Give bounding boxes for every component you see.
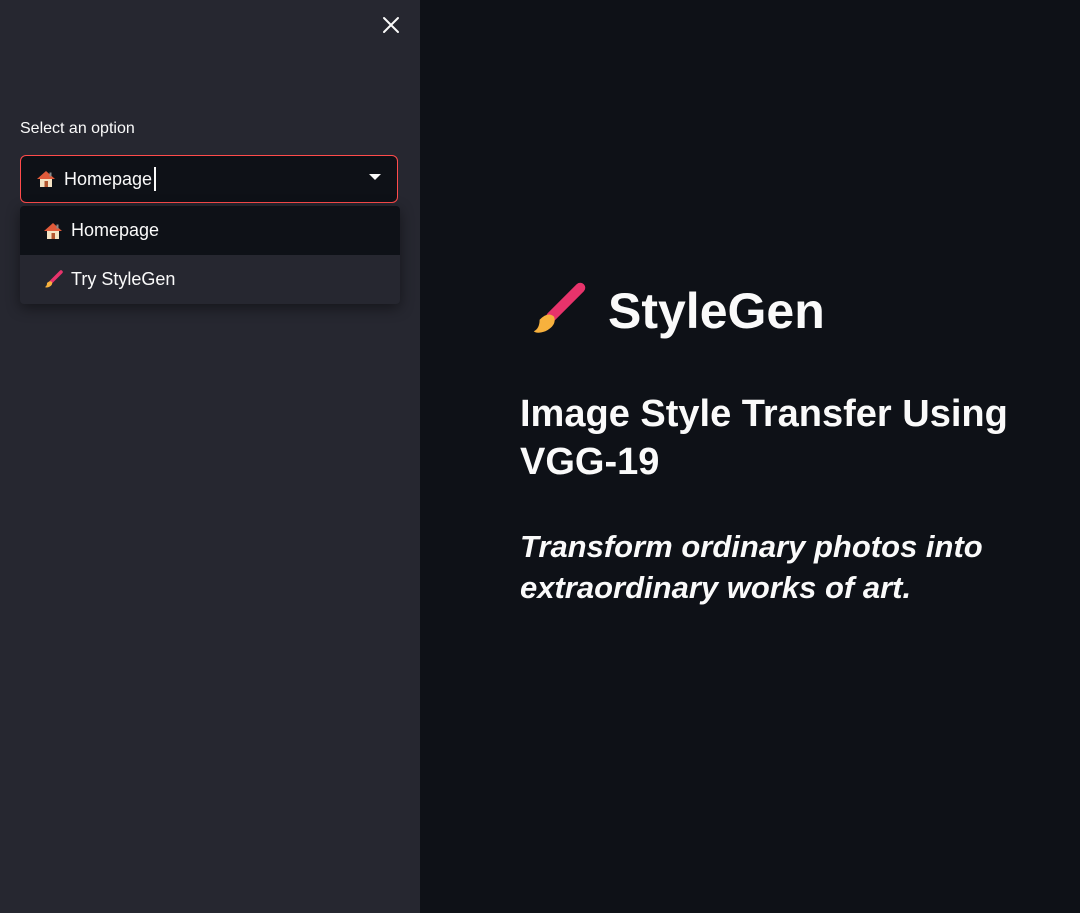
close-sidebar-button[interactable] <box>376 10 406 40</box>
app: Select an option Homepage Homepage Try S… <box>0 0 1080 913</box>
paintbrush-icon <box>45 269 63 287</box>
title-text: StyleGen <box>608 283 825 339</box>
select-dropdown-menu: Homepage Try StyleGen <box>20 206 400 304</box>
select-value-text: Homepage <box>64 168 153 189</box>
select-label: Select an option <box>20 120 135 137</box>
text-cursor <box>154 167 157 191</box>
option-label: Homepage <box>71 220 160 240</box>
page-title: StyleGen <box>528 282 825 340</box>
house-icon <box>37 171 55 187</box>
option-select[interactable]: Homepage <box>20 155 398 203</box>
sidebar: Select an option Homepage Homepage Try S… <box>0 0 420 913</box>
option-homepage[interactable]: Homepage <box>20 206 400 255</box>
paintbrush-icon <box>533 282 586 333</box>
chevron-down-icon[interactable] <box>369 174 381 180</box>
close-icon <box>383 17 399 33</box>
tagline: Transform ordinary photos into extraordi… <box>520 529 983 605</box>
select-current-value[interactable]: Homepage <box>36 167 157 191</box>
house-icon <box>44 222 62 239</box>
option-try-stylegen[interactable]: Try StyleGen <box>20 255 400 304</box>
option-label: Try StyleGen <box>71 269 176 289</box>
subheading: Image Style Transfer Using VGG-19 <box>520 393 1008 483</box>
